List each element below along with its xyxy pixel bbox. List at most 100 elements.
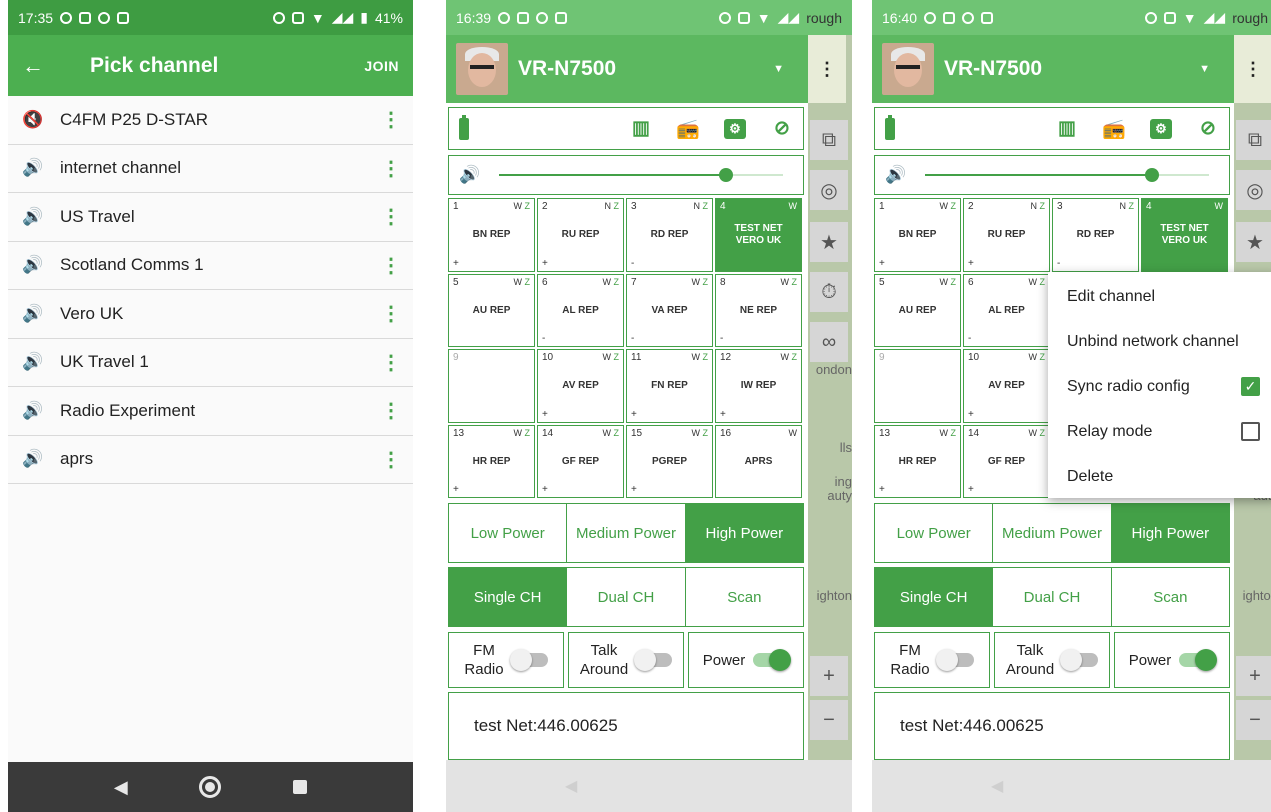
- zoom-out-icon[interactable]: −: [1236, 700, 1271, 740]
- layers-icon[interactable]: ⧉: [1236, 120, 1271, 160]
- radio-icon[interactable]: 📻: [676, 119, 700, 140]
- channel-cell[interactable]: 10 W Z AV REP +: [537, 349, 624, 423]
- channel-cell[interactable]: 3 N Z RD REP -: [1052, 198, 1139, 272]
- location-icon[interactable]: ◎: [810, 170, 848, 210]
- channel-cell[interactable]: 10 W Z AV REP +: [963, 349, 1050, 423]
- channel-cell[interactable]: 5 W Z AU REP: [448, 273, 535, 347]
- power-switch[interactable]: [753, 649, 792, 671]
- device-header[interactable]: VR-N7500 ▼: [872, 35, 1234, 103]
- channel-cell[interactable]: 5 W Z AU REP: [874, 273, 961, 347]
- channel-cell[interactable]: 13 W Z HR REP +: [874, 424, 961, 498]
- channel-cell[interactable]: 14 W Z GF REP +: [963, 424, 1050, 498]
- fm-radio-switch[interactable]: [509, 649, 548, 671]
- settings-icon[interactable]: ⚙: [724, 118, 746, 139]
- scan-button[interactable]: Scan: [1112, 568, 1229, 626]
- gps-off-icon[interactable]: ⊘: [1197, 118, 1219, 139]
- more-vert-icon[interactable]: ⋮: [808, 35, 846, 103]
- chevron-down-icon[interactable]: ▼: [1199, 63, 1210, 75]
- medium-power-button[interactable]: Medium Power: [993, 504, 1112, 562]
- more-vert-icon[interactable]: ⋮: [381, 253, 401, 278]
- chevron-down-icon[interactable]: ▼: [773, 63, 784, 75]
- edit-channel-item[interactable]: Edit channel: [1048, 274, 1271, 319]
- channel-cell[interactable]: 13 W Z HR REP +: [448, 424, 535, 498]
- location-icon[interactable]: ◎: [1236, 170, 1271, 210]
- power-toggle[interactable]: Power: [1114, 632, 1230, 688]
- channel-cell[interactable]: 4 W TEST NET VERO UK: [1141, 198, 1228, 272]
- medium-power-button[interactable]: Medium Power: [567, 504, 686, 562]
- delete-item[interactable]: Delete: [1048, 454, 1271, 499]
- channel-cell[interactable]: 12 W Z IW REP +: [715, 349, 802, 423]
- channel-cell[interactable]: 2 N Z RU REP +: [537, 198, 624, 272]
- channel-cell[interactable]: 2 N Z RU REP +: [963, 198, 1050, 272]
- low-power-button[interactable]: Low Power: [449, 504, 568, 562]
- more-vert-icon[interactable]: ⋮: [381, 447, 401, 472]
- low-power-button[interactable]: Low Power: [875, 504, 994, 562]
- channel-cell[interactable]: 7 W Z VA REP -: [626, 273, 713, 347]
- channel-cell[interactable]: 6 W Z AL REP -: [963, 273, 1050, 347]
- back-arrow-icon[interactable]: ←: [22, 53, 72, 79]
- layers-icon[interactable]: ⧉: [810, 120, 848, 160]
- map-icon[interactable]: ▥: [630, 118, 652, 139]
- high-power-button[interactable]: High Power: [685, 504, 803, 562]
- relay-checkbox[interactable]: [1241, 422, 1260, 441]
- channel-cell[interactable]: 6 W Z AL REP -: [537, 273, 624, 347]
- list-item[interactable]: 🔊 aprs ⋮: [8, 435, 413, 484]
- avatar[interactable]: [882, 43, 934, 95]
- star-icon[interactable]: ★: [810, 222, 848, 262]
- fm-radio-toggle[interactable]: FM Radio: [874, 632, 990, 688]
- radio-icon[interactable]: 📻: [1102, 119, 1126, 140]
- talk-around-switch[interactable]: [1060, 649, 1099, 671]
- list-item[interactable]: 🔊 internet channel ⋮: [8, 144, 413, 193]
- power-switch[interactable]: [1179, 649, 1218, 671]
- join-button[interactable]: JOIN: [364, 58, 399, 74]
- list-item[interactable]: 🔊 US Travel ⋮: [8, 193, 413, 242]
- volume-slider[interactable]: [925, 168, 1209, 182]
- nav-back-icon[interactable]: ◀: [114, 777, 128, 798]
- list-item[interactable]: 🔇 C4FM P25 D-STAR ⋮: [8, 96, 413, 145]
- dual-ch-button[interactable]: Dual CH: [567, 568, 686, 626]
- more-vert-icon[interactable]: ⋮: [381, 398, 401, 423]
- more-vert-icon[interactable]: ⋮: [1234, 35, 1271, 103]
- zoom-in-icon[interactable]: +: [1236, 656, 1271, 696]
- more-vert-icon[interactable]: ⋮: [381, 107, 401, 132]
- list-item[interactable]: 🔊 Radio Experiment ⋮: [8, 387, 413, 436]
- sync-radio-config-item[interactable]: Sync radio config ✓: [1048, 364, 1271, 409]
- channel-cell[interactable]: 16 W APRS: [715, 424, 802, 498]
- channel-cell[interactable]: 3 N Z RD REP -: [626, 198, 713, 272]
- fm-radio-toggle[interactable]: FM Radio: [448, 632, 564, 688]
- channel-cell[interactable]: 8 W Z NE REP -: [715, 273, 802, 347]
- channel-cell[interactable]: 9: [874, 349, 961, 423]
- volume-slider[interactable]: [499, 168, 783, 182]
- high-power-button[interactable]: High Power: [1111, 504, 1229, 562]
- more-vert-icon[interactable]: ⋮: [381, 350, 401, 375]
- nav-back-icon[interactable]: ◀: [565, 776, 577, 796]
- fm-radio-switch[interactable]: [935, 649, 974, 671]
- single-ch-button[interactable]: Single CH: [875, 568, 994, 626]
- zoom-out-icon[interactable]: −: [810, 700, 848, 740]
- link-icon[interactable]: ∞: [810, 322, 848, 362]
- relay-mode-item[interactable]: Relay mode: [1048, 409, 1271, 454]
- nav-home-icon[interactable]: [199, 776, 222, 798]
- unbind-network-item[interactable]: Unbind network channel: [1048, 319, 1271, 364]
- talk-around-toggle[interactable]: Talk Around: [994, 632, 1110, 688]
- history-icon[interactable]: ⏱: [810, 272, 848, 312]
- device-header[interactable]: VR-N7500 ▼: [446, 35, 808, 103]
- nav-back-icon[interactable]: ◀: [991, 776, 1003, 796]
- sync-checkbox[interactable]: ✓: [1241, 377, 1260, 396]
- channel-cell[interactable]: 1 W Z BN REP +: [448, 198, 535, 272]
- more-vert-icon[interactable]: ⋮: [381, 204, 401, 229]
- single-ch-button[interactable]: Single CH: [449, 568, 568, 626]
- channel-cell[interactable]: 4 W TEST NET VERO UK: [715, 198, 802, 272]
- channel-cell[interactable]: 14 W Z GF REP +: [537, 424, 624, 498]
- talk-around-switch[interactable]: [634, 649, 673, 671]
- star-icon[interactable]: ★: [1236, 222, 1271, 262]
- more-vert-icon[interactable]: ⋮: [381, 301, 401, 326]
- dual-ch-button[interactable]: Dual CH: [993, 568, 1112, 626]
- talk-around-toggle[interactable]: Talk Around: [568, 632, 684, 688]
- more-vert-icon[interactable]: ⋮: [381, 156, 401, 181]
- settings-icon[interactable]: ⚙: [1150, 118, 1172, 139]
- channel-cell[interactable]: 11 W Z FN REP +: [626, 349, 713, 423]
- list-item[interactable]: 🔊 Scotland Comms 1 ⋮: [8, 241, 413, 290]
- scan-button[interactable]: Scan: [686, 568, 803, 626]
- map-icon[interactable]: ▥: [1056, 118, 1078, 139]
